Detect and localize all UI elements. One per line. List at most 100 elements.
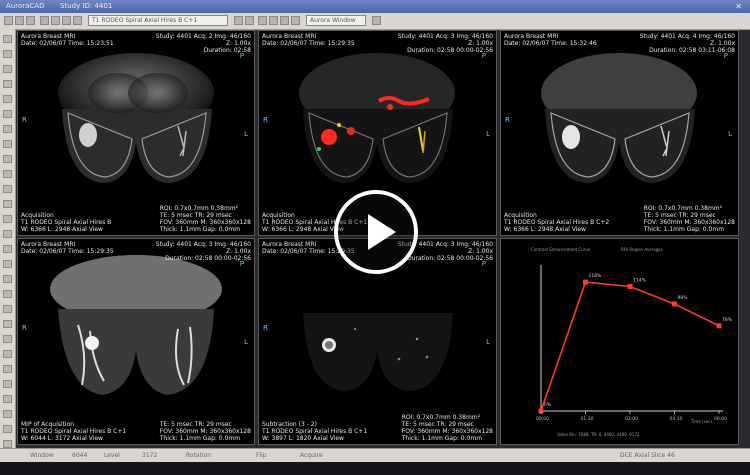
level-value[interactable]: 3172 — [142, 449, 157, 463]
tool-button-icon[interactable] — [3, 80, 12, 88]
overlay-text: ROI: 0.7x0.7mm 0.38mm² — [159, 205, 239, 212]
zoom-icon[interactable] — [51, 16, 60, 25]
orientation-marker: L — [244, 130, 248, 138]
data-label: 114% — [633, 277, 647, 283]
overlay-text: Study: 4401 Acq: 3 Img: 46/160 — [155, 241, 251, 248]
x-tick-label: 00:00 — [536, 416, 549, 422]
tool-button-icon[interactable] — [3, 155, 12, 163]
overlay-text: W: 6044 L: 3172 Axial View — [21, 435, 103, 442]
play-button[interactable] — [334, 190, 418, 274]
overlay-text: Duration: 02:58 03:11-06:08 — [649, 47, 735, 54]
tool-button-icon[interactable] — [3, 320, 12, 328]
overlay-text: Z: 1.00x — [468, 40, 493, 47]
tool-button-icon[interactable] — [3, 185, 12, 193]
overlay-tl: Aurora Breast MRI Date: 02/06/07 Time: 15… — [21, 33, 114, 47]
overlay-text: Z: 1.00x — [226, 40, 251, 47]
settings-icon[interactable] — [372, 16, 381, 25]
overlay-tr: Study: 4401 Acq: 4 Img: 46/160 Z: 1.00x Du… — [640, 33, 735, 54]
tool-button-icon[interactable] — [3, 245, 12, 253]
overlay-text: Date: 02/06/07 Time: 15:23:51 — [21, 40, 114, 47]
next-icon[interactable] — [245, 16, 254, 25]
save-icon[interactable] — [15, 16, 24, 25]
overlay-text: FOV: 360mm M: 360x360x128 — [401, 428, 493, 435]
series-dropdown[interactable]: T1 RODEO Spiral Axial Hires B C+1 — [88, 15, 228, 26]
print-icon[interactable] — [26, 16, 35, 25]
tool-button-icon[interactable] — [3, 125, 12, 133]
overlay-text: ROI: 0.7x0.7mm 0.38mm² — [401, 414, 481, 421]
study-label: Study ID: 4401 — [60, 2, 113, 10]
overlay-text: TE: 5 msec TR: 29 msec — [401, 421, 474, 428]
overlay-text: Aurora Breast MRI — [21, 241, 76, 248]
series-line — [540, 281, 720, 412]
series-status: DCE Axial Slice 46 — [620, 452, 675, 459]
tool-button-icon[interactable] — [3, 365, 12, 373]
overlay-br: TE: 5 msec TR: 29 msec FOV: 360mm M: 360x… — [160, 421, 251, 442]
tool-button-icon[interactable] — [3, 260, 12, 268]
overlay-text: T1 RODEO Spiral Axial Hires B C+1 — [262, 428, 368, 435]
tool-button-icon[interactable] — [3, 35, 12, 43]
acquire-label: Acquire — [300, 452, 323, 459]
curve-icon[interactable] — [291, 16, 300, 25]
tool-button-icon[interactable] — [3, 380, 12, 388]
viewport-3[interactable]: Aurora Breast MRI Date: 02/06/07 Time: 15… — [500, 30, 739, 236]
orientation-marker: R — [22, 324, 27, 332]
overlay-text: Aurora Breast MRI — [504, 33, 559, 40]
tool-button-icon[interactable] — [3, 275, 12, 283]
overlay-text: Date: 02/06/07 Time: 15:32:46 — [504, 40, 597, 47]
viewport-4[interactable]: Aurora Breast MRI Date: 02/06/07 Time: 15… — [17, 238, 255, 445]
tool-button-icon[interactable] — [3, 140, 12, 148]
tool-button-icon[interactable] — [3, 95, 12, 103]
rotation-label: Rotation — [186, 452, 212, 459]
toolbar: T1 RODEO Spiral Axial Hires B C+1 Aurora… — [0, 13, 750, 30]
monitor-bezel — [0, 462, 750, 475]
open-icon[interactable] — [4, 16, 13, 25]
tool-button-icon[interactable] — [3, 215, 12, 223]
viewport-1[interactable]: Aurora Breast MRI Date: 02/06/07 Time: 15… — [17, 30, 255, 236]
tool-button-icon[interactable] — [3, 440, 12, 448]
overlay-bl: Acquisition T1 RODEO Spiral Axial Hires B… — [21, 212, 111, 233]
overlay-bl: Subtraction (3 - 2) T1 RODEO Spiral Axial… — [262, 421, 367, 442]
tool-button-icon[interactable] — [3, 410, 12, 418]
overlay-text: Z: 1.00x — [226, 248, 251, 255]
tool-button-icon[interactable] — [3, 395, 12, 403]
overlay-text: T1 RODEO Spiral Axial Hires B C+1 — [21, 428, 127, 435]
tool-button-icon[interactable] — [3, 290, 12, 298]
prev-icon[interactable] — [234, 16, 243, 25]
screen: AuroraCAD Study ID: 4401 ✕ T1 RODEO Spir… — [0, 0, 750, 475]
overlay-text: Acquisition — [21, 212, 54, 219]
subtract-icon[interactable] — [280, 16, 289, 25]
tool-button-icon[interactable] — [3, 110, 12, 118]
close-icon[interactable]: ✕ — [735, 0, 742, 13]
overlay-tl: Aurora Breast MRI Date: 02/06/07 Time: 15… — [262, 33, 355, 47]
roi-icon[interactable] — [73, 16, 82, 25]
left-tool-strip — [0, 29, 16, 462]
x-tick-label: 06:00 — [714, 416, 727, 422]
window-dropdown[interactable]: Aurora Window — [306, 15, 366, 26]
tool-button-icon[interactable] — [3, 350, 12, 358]
tool-button-icon[interactable] — [3, 305, 12, 313]
pan-icon[interactable] — [62, 16, 71, 25]
orientation-marker: R — [263, 116, 268, 124]
window-value[interactable]: 6044 — [72, 449, 87, 463]
tool-button-icon[interactable] — [3, 65, 12, 73]
tool-button-icon[interactable] — [3, 170, 12, 178]
tool-button-icon[interactable] — [3, 200, 12, 208]
overlay-text: FOV: 360mm M: 360x360x128 — [159, 428, 251, 435]
orientation-marker: P — [481, 260, 486, 268]
data-label: 0% — [544, 402, 552, 408]
overlay-text: T1 RODEO Spiral Axial Hires B C+2 — [504, 219, 610, 226]
level-label: Level — [104, 452, 120, 459]
orientation-marker: L — [244, 338, 248, 346]
overlay-br: ROI: 0.7x0.7mm 0.38mm² TE: 5 msec TR: 29 … — [402, 414, 493, 442]
tool-button-icon[interactable] — [3, 50, 12, 58]
mip-icon[interactable] — [269, 16, 278, 25]
data-label: 118% — [589, 273, 603, 279]
tool-button-icon[interactable] — [3, 335, 12, 343]
tool-button-icon[interactable] — [3, 425, 12, 433]
grid-icon[interactable] — [258, 16, 267, 25]
overlay-text: Duration: 02:58 00:00-02:56 — [165, 255, 251, 262]
layout-icon[interactable] — [40, 16, 49, 25]
tool-button-icon[interactable] — [3, 230, 12, 238]
enhancement-curve-panel[interactable]: Contrast Enhancement Curve ROI Region Av… — [500, 238, 739, 445]
overlay-text: Study: 4401 Acq: 4 Img: 46/160 — [639, 33, 735, 40]
